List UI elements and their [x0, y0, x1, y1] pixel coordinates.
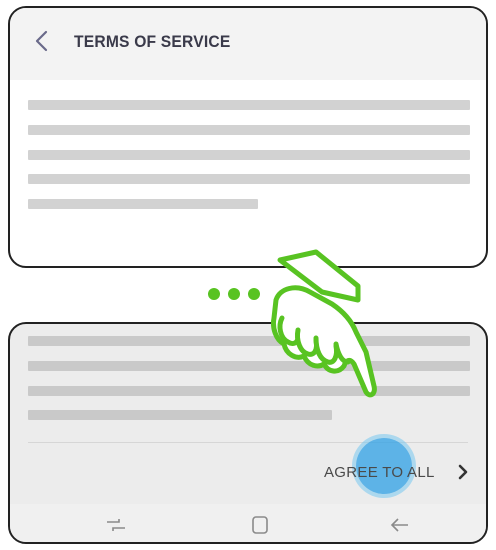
- page-title: TERMS OF SERVICE: [74, 32, 231, 51]
- app-bar: TERMS OF SERVICE: [10, 8, 486, 80]
- terms-screen-top: TERMS OF SERVICE: [8, 6, 488, 268]
- text-placeholder-line: [28, 199, 258, 209]
- system-nav-bar: [10, 504, 486, 542]
- chevron-right-icon[interactable]: [456, 462, 470, 482]
- hand-pointer-icon: [271, 249, 377, 398]
- divider: [28, 442, 468, 443]
- tutorial-illustration: TERMS OF SERVICE AGREE TO ALL: [0, 0, 496, 550]
- text-placeholder-line: [28, 100, 470, 110]
- agree-to-all-button[interactable]: AGREE TO ALL: [324, 464, 435, 481]
- home-icon[interactable]: [248, 514, 272, 536]
- dot: [208, 288, 220, 300]
- terms-screen-bottom: AGREE TO ALL: [8, 322, 488, 544]
- ellipsis-dots: [208, 288, 264, 302]
- back-arrow-icon[interactable]: [388, 514, 412, 536]
- text-placeholder-line: [28, 125, 470, 135]
- recent-apps-icon[interactable]: [104, 514, 128, 536]
- text-placeholder-line: [28, 150, 470, 160]
- text-placeholder-line: [28, 174, 470, 184]
- chevron-left-icon[interactable]: [32, 28, 52, 54]
- dot: [228, 288, 240, 300]
